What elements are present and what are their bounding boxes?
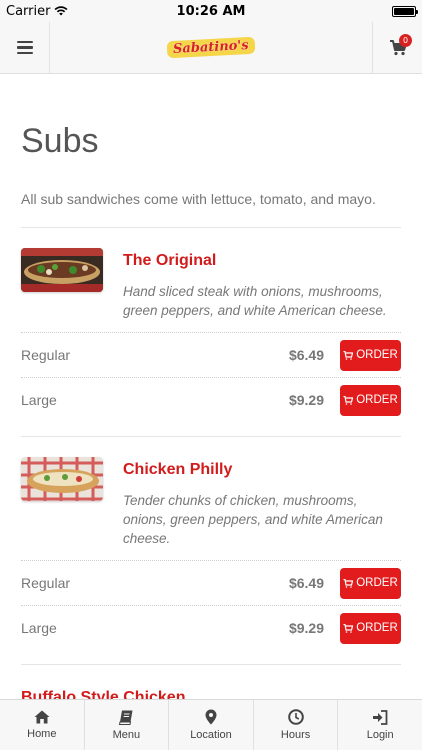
tab-label: Home (27, 728, 57, 740)
size-label: Regular (21, 347, 71, 363)
price-row: Regular $6.49 ORDER (21, 560, 401, 605)
book-icon (118, 710, 133, 725)
carrier-label: Carrier (6, 3, 51, 19)
tab-login[interactable]: Login (338, 700, 422, 750)
tab-hours[interactable]: Hours (254, 700, 339, 750)
home-icon (34, 710, 50, 724)
tab-label: Menu (112, 728, 141, 741)
price-value: $9.29 (288, 620, 324, 636)
price-row: Large $9.29 ORDER (21, 377, 401, 422)
tab-menu[interactable]: Menu (85, 700, 170, 750)
item-description: Hand sliced steak with onions, mushrooms… (123, 284, 387, 318)
item-name[interactable]: The Original (123, 252, 401, 270)
item-photo[interactable] (21, 248, 103, 292)
order-button[interactable]: ORDER (340, 567, 401, 599)
cart-plus-icon (343, 623, 354, 633)
tab-label: Location (190, 729, 232, 741)
tab-home[interactable]: Home (0, 700, 85, 750)
cart-plus-icon (343, 395, 354, 405)
size-label: Large (21, 392, 57, 408)
hamburger-icon (16, 40, 33, 44)
price-value: $6.49 (288, 347, 324, 363)
wifi-icon (54, 6, 68, 16)
tab-label: Hours (280, 729, 311, 741)
menu-content[interactable]: Subs All sub sandwiches come with lettuc… (0, 74, 422, 699)
status-bar: Carrier 10:26 AM (0, 0, 422, 22)
tab-label: Login (366, 728, 394, 741)
clock-icon (287, 709, 304, 725)
order-button[interactable]: ORDER (340, 612, 401, 644)
size-label: Regular (21, 575, 71, 591)
status-left: Carrier (6, 4, 146, 19)
category-description: All sub sandwiches come with lettuce, to… (21, 191, 401, 228)
tab-location[interactable]: Location (169, 700, 254, 750)
battery-icon (392, 5, 418, 17)
price-row: Regular $6.49 ORDER (21, 332, 401, 377)
cart-count-badge: 0 (399, 33, 412, 47)
status-time: 10:26 AM (176, 3, 246, 19)
map-pin-icon (205, 709, 217, 725)
price-row: Large $9.29 ORDER (21, 605, 401, 650)
cart-plus-icon (343, 350, 354, 360)
item-description: Tender chunks of chicken, mushrooms, oni… (123, 493, 383, 546)
status-right (276, 5, 418, 17)
login-icon (373, 709, 388, 725)
cart-button[interactable]: 0 (372, 21, 422, 74)
menu-item: The Original Hand sliced steak with onio… (21, 228, 401, 437)
page-title: Subs (21, 122, 99, 160)
logo-wrap: Sabatino's (50, 36, 372, 59)
menu-toggle-button[interactable] (0, 21, 50, 74)
item-name[interactable]: Buffalo Style Chicken (21, 689, 401, 699)
price-value: $6.49 (288, 575, 324, 591)
menu-item: Chicken Philly Tender chunks of chicken,… (21, 437, 401, 665)
item-photo[interactable] (21, 457, 103, 501)
app-header: Sabatino's 0 (0, 21, 422, 74)
menu-item: Buffalo Style Chicken (21, 665, 401, 699)
brand-logo[interactable]: Sabatino's (166, 36, 256, 59)
price-value: $9.29 (288, 392, 324, 408)
order-button[interactable]: ORDER (340, 384, 401, 416)
size-label: Large (21, 620, 57, 636)
bottom-tab-bar: Home Menu Location Hours Login (0, 699, 422, 750)
item-name[interactable]: Chicken Philly (123, 461, 401, 479)
order-button[interactable]: ORDER (340, 339, 401, 371)
cart-plus-icon (343, 578, 354, 588)
